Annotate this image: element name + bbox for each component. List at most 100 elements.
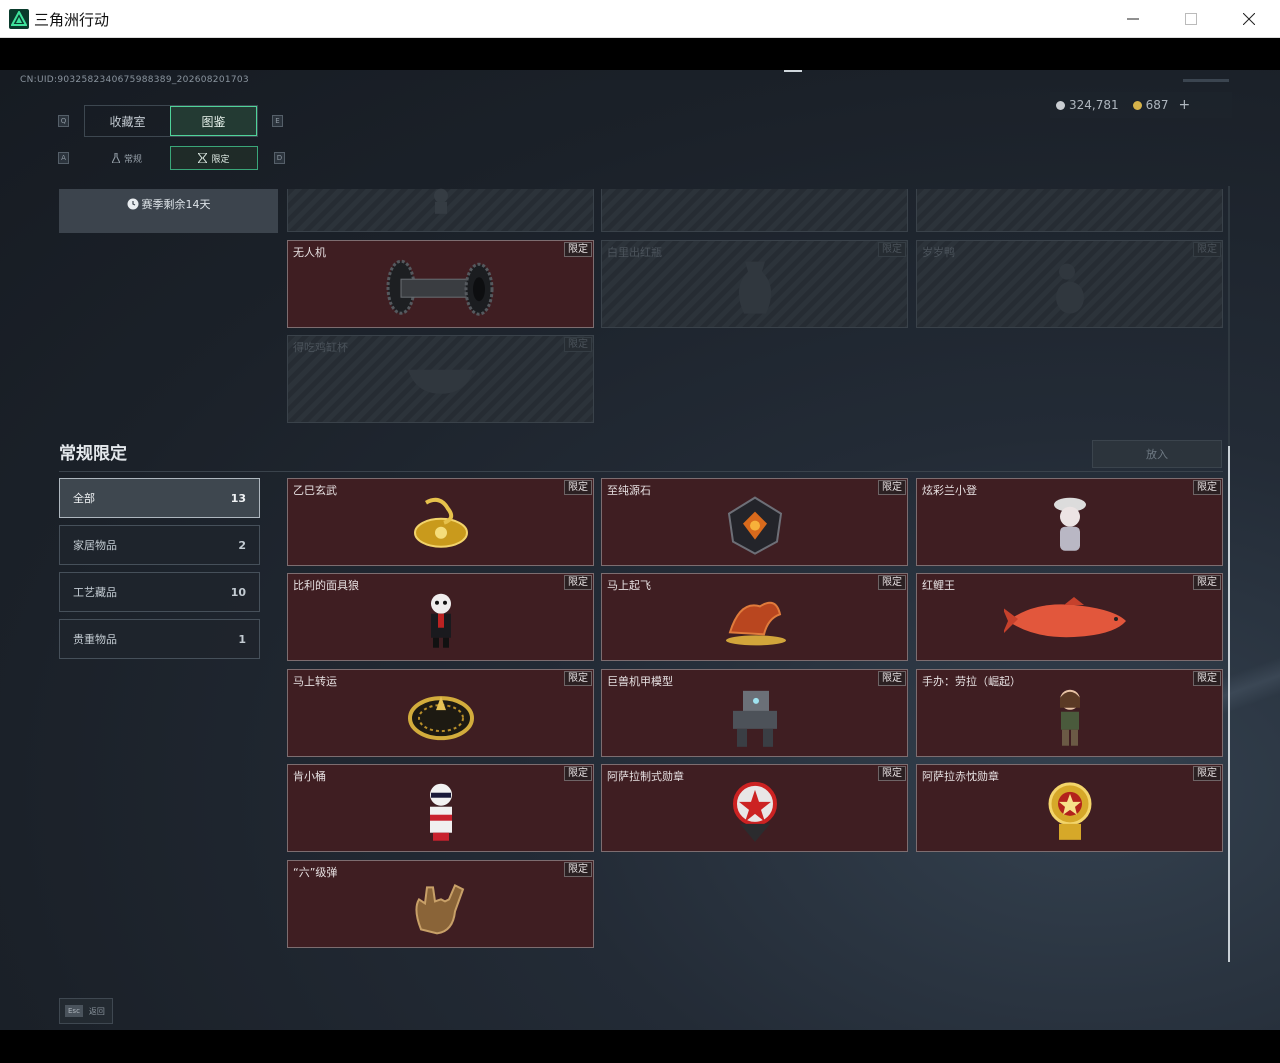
collection-card[interactable]: 乙巳玄武 限定 [287, 478, 594, 566]
category-count: 1 [238, 632, 246, 646]
collection-card[interactable] [287, 188, 594, 232]
collection-card[interactable]: 无人机 限定 [287, 240, 594, 328]
collection-card[interactable]: 马上转运 限定 [287, 669, 594, 757]
limited-badge: 限定 [1193, 766, 1221, 781]
limited-badge: 限定 [1193, 480, 1221, 495]
tab-limited-label: 限定 [211, 154, 230, 165]
limited-badge: 限定 [564, 242, 592, 257]
collection-card[interactable]: “六”级弹 限定 [287, 860, 594, 948]
back-label: 返回 [88, 1006, 105, 1016]
category-count: 2 [238, 538, 246, 552]
collection-card[interactable]: 马上起飞 限定 [601, 573, 908, 661]
close-button[interactable] [1220, 0, 1278, 38]
item-name: 肯小桶 [293, 770, 326, 783]
secondary-tabs: 常规 限定 [84, 146, 258, 170]
limited-badge: 限定 [878, 575, 906, 590]
minimize-icon [1127, 18, 1139, 20]
collection-card[interactable]: 阿萨拉制式勋章 限定 [601, 764, 908, 852]
game-view: CN:UID:9032582340675988389_202608201703 … [0, 70, 1280, 1030]
item-name: 乙巳玄武 [293, 484, 337, 497]
category-count: 13 [230, 491, 246, 505]
tab-catalog[interactable]: 图鉴 [170, 106, 257, 136]
collection-card[interactable]: 红鲤王 限定 [916, 573, 1223, 661]
limited-badge: 限定 [564, 671, 592, 686]
back-button[interactable]: Esc 返回 [59, 998, 113, 1024]
category-craft[interactable]: 工艺藏品 10 [59, 572, 260, 612]
item-name: 手办：劳拉（崛起） [922, 675, 1021, 688]
silver-currency: 324,781 [1056, 98, 1119, 112]
collection-card[interactable]: 岁岁鸭 限定 [916, 240, 1223, 328]
limited-badge: 限定 [564, 766, 592, 781]
collection-card[interactable]: 白里出红瓶 限定 [601, 240, 908, 328]
drone-icon [386, 259, 493, 316]
close-icon [1243, 13, 1255, 25]
put-in-button[interactable]: 放入 [1092, 440, 1222, 468]
key-hint-e: E [272, 115, 283, 127]
clock-icon [127, 198, 138, 210]
silver-coin-icon [1056, 100, 1065, 110]
collection-card[interactable]: 至纯源石 限定 [601, 478, 908, 566]
season-remaining-label: 赛季剩余14天 [141, 198, 211, 211]
flask-icon [111, 153, 120, 163]
key-hint-a: A [58, 152, 69, 164]
limited-badge: 限定 [564, 575, 592, 590]
add-currency-button[interactable]: + [1179, 97, 1191, 113]
limited-badge: 限定 [878, 242, 906, 257]
devotion-medal-icon [1048, 782, 1091, 840]
window-title: 三角洲行动 [34, 11, 110, 29]
vase-silhouette-icon [738, 261, 771, 314]
user-uid: CN:UID:9032582340675988389_202608201703 [20, 75, 249, 85]
standard-medal-icon [732, 781, 777, 842]
category-label: 贵重物品 [73, 633, 117, 646]
esc-key-hint: Esc [65, 1005, 83, 1017]
app-logo-icon [9, 9, 29, 29]
collection-card[interactable]: 巨兽机甲模型 限定 [601, 669, 908, 757]
limited-badge: 限定 [1193, 242, 1221, 257]
tab-regular[interactable]: 常规 [84, 146, 170, 170]
currency-bar: 324,781 687 + [1050, 92, 1232, 118]
hourglass-icon [198, 153, 208, 163]
category-all[interactable]: 全部 13 [59, 478, 260, 518]
maximize-button[interactable] [1162, 0, 1220, 38]
item-name: 比利的面具狼 [293, 579, 359, 592]
limited-badge: 限定 [878, 766, 906, 781]
scrollbar-thumb[interactable] [1228, 446, 1230, 962]
top-right-indicator [1183, 79, 1229, 82]
collection-card[interactable]: 炫彩兰小登 限定 [916, 478, 1223, 566]
silver-amount: 324,781 [1069, 98, 1119, 112]
item-name: 阿萨拉赤忱勋章 [922, 770, 999, 783]
category-label: 全部 [73, 492, 95, 505]
puppet-figure-icon [430, 593, 451, 648]
limited-badge: 限定 [1193, 575, 1221, 590]
top-indicator [784, 70, 802, 72]
collection-card[interactable]: 阿萨拉赤忱勋章 限定 [916, 764, 1223, 852]
bucket-figure-icon [429, 783, 452, 841]
collection-card[interactable]: 得吃鸡缸杯 限定 [287, 335, 594, 423]
item-name: 无人机 [293, 246, 326, 259]
collection-card[interactable]: 手办：劳拉（崛起） 限定 [916, 669, 1223, 757]
category-valuables[interactable]: 贵重物品 1 [59, 619, 260, 659]
tab-collection-room[interactable]: 收藏室 [85, 106, 170, 136]
collection-card[interactable] [916, 189, 1223, 232]
item-name: “六”级弹 [293, 866, 338, 879]
item-name: 炫彩兰小登 [922, 484, 977, 497]
item-name: 得吃鸡缸杯 [293, 341, 348, 354]
tab-limited[interactable]: 限定 [170, 146, 258, 170]
hand-sign-icon [414, 883, 464, 935]
limited-badge: 限定 [1193, 671, 1221, 686]
collection-card[interactable]: 比利的面具狼 限定 [287, 573, 594, 661]
season-remaining: 赛季剩余14天 [59, 196, 278, 212]
key-hint-d: D [274, 152, 285, 164]
collection-card[interactable] [601, 189, 908, 232]
category-count: 10 [230, 585, 246, 599]
minimize-button[interactable] [1104, 0, 1162, 38]
maximize-icon [1185, 13, 1197, 25]
category-home[interactable]: 家居物品 2 [59, 525, 260, 565]
golden-turtle-icon [413, 497, 468, 548]
collection-card[interactable]: 肯小桶 限定 [287, 764, 594, 852]
item-name: 马上转运 [293, 675, 337, 688]
figure-icon [1053, 497, 1086, 551]
item-name: 阿萨拉制式勋章 [607, 770, 684, 783]
category-label: 家居物品 [73, 539, 117, 552]
limited-badge: 限定 [878, 671, 906, 686]
